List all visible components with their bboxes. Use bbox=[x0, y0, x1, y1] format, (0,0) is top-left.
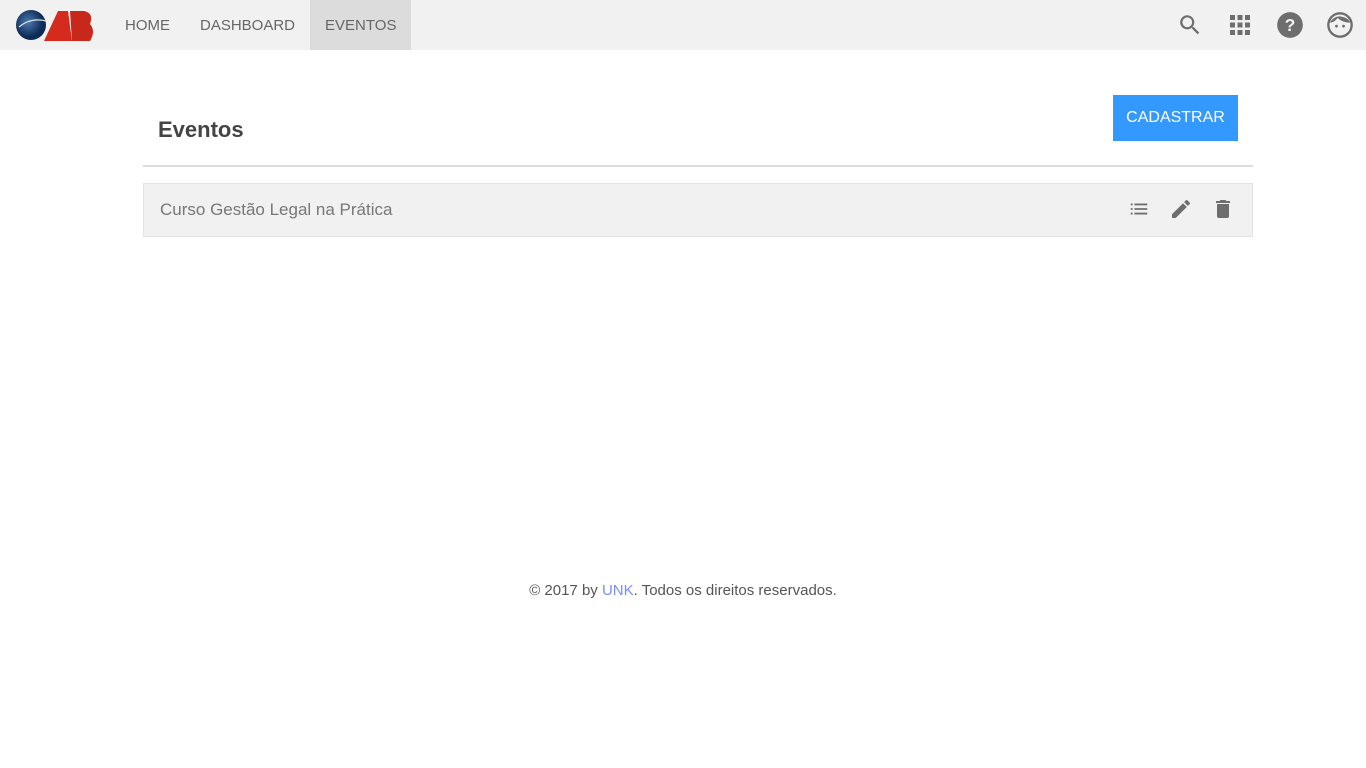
delete-trash-icon[interactable] bbox=[1210, 196, 1236, 222]
footer-suffix: . Todos os direitos reservados. bbox=[633, 582, 837, 599]
user-face-icon[interactable] bbox=[1326, 11, 1354, 39]
nav-eventos[interactable]: EVENTOS bbox=[310, 0, 412, 50]
top-navbar: HOME DASHBOARD EVENTOS ? bbox=[0, 0, 1366, 50]
event-list-item: Curso Gestão Legal na Prática bbox=[143, 183, 1253, 237]
nav-dashboard[interactable]: DASHBOARD bbox=[185, 0, 310, 50]
footer-link-unk[interactable]: UNK bbox=[602, 582, 634, 599]
oab-logo[interactable] bbox=[16, 9, 96, 42]
page-title: Eventos bbox=[158, 117, 244, 142]
search-icon[interactable] bbox=[1176, 11, 1204, 39]
nav-home[interactable]: HOME bbox=[110, 0, 185, 50]
footer-prefix: © 2017 by bbox=[529, 582, 602, 599]
main-menu: HOME DASHBOARD EVENTOS bbox=[110, 0, 412, 50]
edit-pencil-icon[interactable] bbox=[1168, 196, 1194, 222]
help-icon[interactable]: ? bbox=[1276, 11, 1304, 39]
cadastrar-button[interactable]: CADASTRAR bbox=[1113, 95, 1238, 141]
apps-grid-icon[interactable] bbox=[1226, 11, 1254, 39]
svg-text:?: ? bbox=[1285, 15, 1296, 35]
footer: © 2017 by UNK. Todos os direitos reserva… bbox=[0, 582, 1366, 599]
page-header: Eventos CADASTRAR bbox=[143, 80, 1253, 167]
event-name: Curso Gestão Legal na Prática bbox=[160, 200, 393, 219]
list-icon[interactable] bbox=[1126, 196, 1152, 222]
